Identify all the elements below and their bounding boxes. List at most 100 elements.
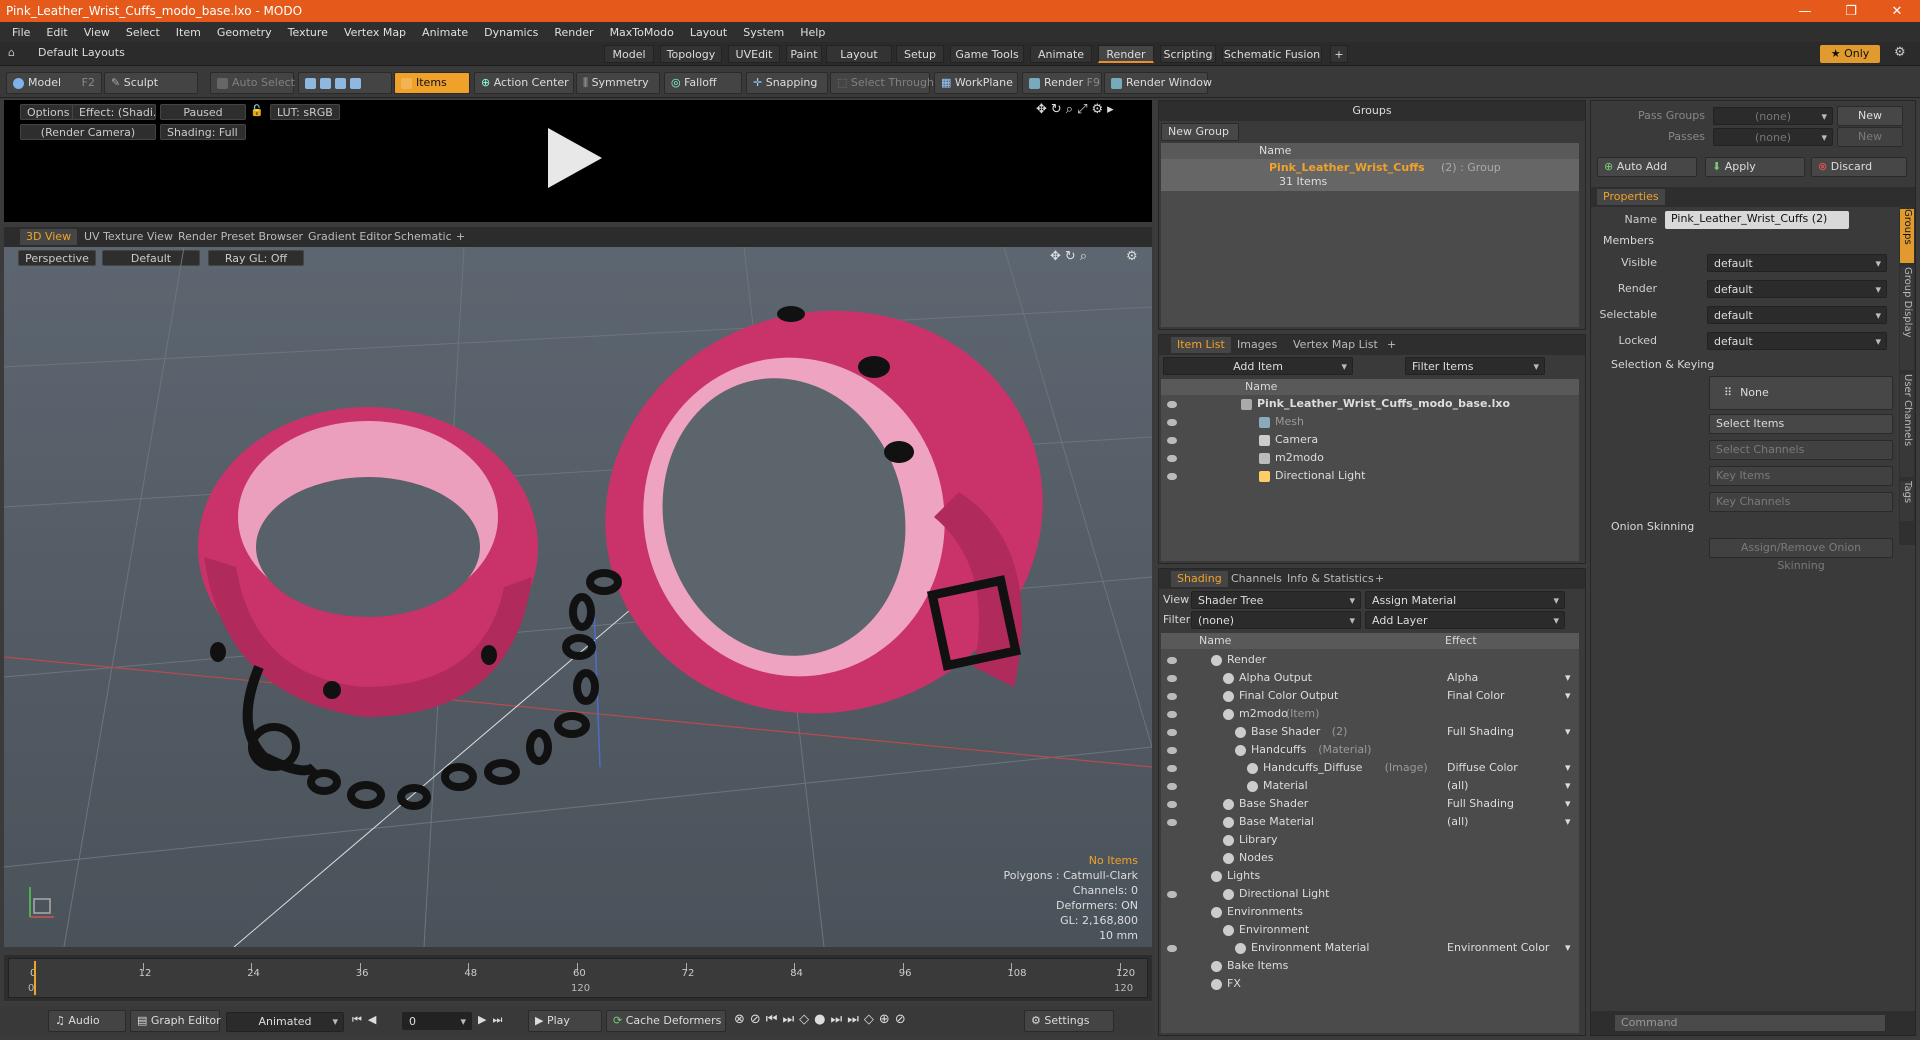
menu-item[interactable]: Layout xyxy=(682,26,735,39)
playhead[interactable] xyxy=(34,961,36,995)
visibility-eye-icon[interactable] xyxy=(1167,401,1177,408)
visibility-eye-icon[interactable] xyxy=(1167,711,1177,718)
layout-tab[interactable]: + xyxy=(1330,45,1348,63)
effect-dropdown-icon[interactable]: ▾ xyxy=(1565,939,1571,957)
layout-tab[interactable]: Paint xyxy=(786,45,822,63)
polygon-mode-icon[interactable] xyxy=(335,77,346,89)
viewport-tab[interactable]: + xyxy=(450,229,471,245)
menu-item[interactable]: Select xyxy=(118,26,168,39)
shader-row[interactable]: m2modo (Item) xyxy=(1161,705,1579,723)
shader-row[interactable]: Base Shader Full Shading ▾ xyxy=(1161,795,1579,813)
add-item-dropdown[interactable]: Add Item xyxy=(1163,357,1353,376)
visibility-eye-icon[interactable] xyxy=(1167,945,1177,952)
filter-items-input[interactable]: Filter Items xyxy=(1405,357,1545,376)
itemlist-tab[interactable]: Vertex Map List xyxy=(1287,337,1384,353)
shader-row[interactable]: Base Material (all) ▾ xyxy=(1161,813,1579,831)
3d-viewport[interactable]: Perspective Default Ray GL: Off ✥↻⌕ ⚙ No… xyxy=(4,247,1152,947)
shader-effect[interactable]: Final Color xyxy=(1447,687,1505,705)
options-button[interactable]: Options xyxy=(20,104,77,120)
effect-dropdown[interactable]: Effect: (Shadi... xyxy=(72,104,156,120)
render-window-button[interactable]: Render Window xyxy=(1104,72,1212,94)
shader-row[interactable]: Directional Light xyxy=(1161,885,1579,903)
select-channels-button[interactable]: Select Channels xyxy=(1709,440,1893,460)
preview-tools-icon[interactable]: ✥↻⌕⤢⚙▸ xyxy=(1036,102,1118,117)
visibility-eye-icon[interactable] xyxy=(1167,765,1177,772)
viewport-tab[interactable]: 3D View xyxy=(20,229,78,245)
effect-dropdown-icon[interactable]: ▾ xyxy=(1565,669,1571,687)
key-items-button[interactable]: Key Items xyxy=(1709,466,1893,486)
layout-tab[interactable]: UVEdit xyxy=(728,45,780,63)
shader-effect[interactable]: Alpha xyxy=(1447,669,1478,687)
layout-tab[interactable]: Schematic Fusion xyxy=(1222,45,1322,63)
falloff-button[interactable]: ◎ Falloff xyxy=(664,72,742,94)
shader-row[interactable]: Environment xyxy=(1161,921,1579,939)
model-button[interactable]: Model F2 xyxy=(6,72,102,94)
itemlist-tab[interactable]: Images xyxy=(1231,337,1283,353)
close-button[interactable]: ✕ xyxy=(1874,4,1920,19)
shading-tab[interactable]: Info & Statistics xyxy=(1281,571,1380,587)
shading-tab[interactable]: Shading xyxy=(1171,571,1228,587)
side-tab[interactable]: Group Display xyxy=(1900,267,1914,370)
command-input[interactable]: Command xyxy=(1615,1015,1885,1031)
menu-item[interactable]: Item xyxy=(168,26,209,39)
paused-button[interactable]: Paused xyxy=(160,104,246,120)
itemlist-tab[interactable]: + xyxy=(1381,337,1402,353)
visibility-eye-icon[interactable] xyxy=(1167,729,1177,736)
shader-row[interactable]: Environments xyxy=(1161,903,1579,921)
maximize-button[interactable]: ❐ xyxy=(1828,4,1874,19)
frame-input[interactable]: 0 xyxy=(402,1012,472,1031)
shading-filter-dropdown[interactable]: (none) xyxy=(1191,611,1361,630)
auto-select-button[interactable]: Auto Select xyxy=(210,72,295,94)
home-icon[interactable]: ⌂ xyxy=(8,46,15,59)
shader-effect[interactable]: Diffuse Color xyxy=(1447,759,1518,777)
shading-tab[interactable]: + xyxy=(1369,571,1390,587)
shader-row[interactable]: Alpha Output Alpha ▾ xyxy=(1161,669,1579,687)
visibility-eye-icon[interactable] xyxy=(1167,819,1177,826)
layouts-dropdown[interactable]: Default Layouts xyxy=(38,46,125,59)
cache-deformers-button[interactable]: ⟳ Cache Deformers xyxy=(606,1010,726,1032)
selectable-dropdown[interactable]: default xyxy=(1707,306,1887,325)
properties-tab[interactable]: Properties xyxy=(1597,189,1665,205)
workplane-button[interactable]: ▦ WorkPlane xyxy=(934,72,1018,94)
layout-tab[interactable]: Scripting xyxy=(1160,45,1216,63)
menu-item[interactable]: MaxToModo xyxy=(602,26,682,39)
shader-row[interactable]: Bake Items xyxy=(1161,957,1579,975)
shading-dropdown[interactable]: Shading: Full xyxy=(160,124,246,140)
menu-item[interactable]: Edit xyxy=(38,26,75,39)
action-center-button[interactable]: ⊕ Action Center xyxy=(474,72,574,94)
step-back-icon[interactable]: ⏮◀ xyxy=(352,1013,382,1027)
shader-row[interactable]: FX xyxy=(1161,975,1579,993)
gear-icon[interactable]: ⚙ xyxy=(1894,45,1906,60)
visibility-eye-icon[interactable] xyxy=(1167,783,1177,790)
visibility-eye-icon[interactable] xyxy=(1167,891,1177,898)
group-item-name[interactable]: Pink_Leather_Wrist_Cuffs xyxy=(1269,161,1425,174)
shader-row[interactable]: Nodes xyxy=(1161,849,1579,867)
menu-item[interactable]: File xyxy=(4,26,38,39)
key-channels-button[interactable]: Key Channels xyxy=(1709,492,1893,512)
visibility-eye-icon[interactable] xyxy=(1167,657,1177,664)
edge-mode-icon[interactable] xyxy=(320,77,331,89)
effect-dropdown-icon[interactable]: ▾ xyxy=(1565,759,1571,777)
members-section[interactable]: Members xyxy=(1603,234,1654,247)
visibility-eye-icon[interactable] xyxy=(1167,693,1177,700)
effect-dropdown-icon[interactable]: ▾ xyxy=(1565,687,1571,705)
shading-tab[interactable]: Channels xyxy=(1225,571,1288,587)
step-forward-icon[interactable]: ▶⏭ xyxy=(478,1013,508,1027)
camera-dropdown[interactable]: (Render Camera) xyxy=(20,124,156,140)
shader-effect[interactable]: (all) xyxy=(1447,777,1468,795)
sculpt-button[interactable]: ✎ Sculpt xyxy=(104,72,198,94)
graph-editor-button[interactable]: ▤ Graph Editor xyxy=(130,1010,221,1032)
render-button[interactable]: Render F9 xyxy=(1022,72,1102,94)
visibility-eye-icon[interactable] xyxy=(1167,747,1177,754)
visibility-eye-icon[interactable] xyxy=(1167,675,1177,682)
select-through-button[interactable]: ⬚ Select Through xyxy=(830,72,934,94)
layout-tab[interactable]: Topology xyxy=(660,45,722,63)
assign-onion-button[interactable]: Assign/Remove Onion Skinning xyxy=(1709,538,1893,572)
side-tab[interactable]: User Channels xyxy=(1900,374,1914,477)
group-name-input[interactable]: Pink_Leather_Wrist_Cuffs (2) xyxy=(1665,211,1849,229)
render-dropdown[interactable]: default xyxy=(1707,280,1887,299)
viewport-tab[interactable]: Render Preset Browser xyxy=(172,229,309,245)
shader-effect[interactable]: Full Shading xyxy=(1447,723,1514,741)
menu-item[interactable]: Geometry xyxy=(209,26,280,39)
shader-row[interactable]: Handcuffs_Diffuse (Image) Diffuse Color ▾ xyxy=(1161,759,1579,777)
